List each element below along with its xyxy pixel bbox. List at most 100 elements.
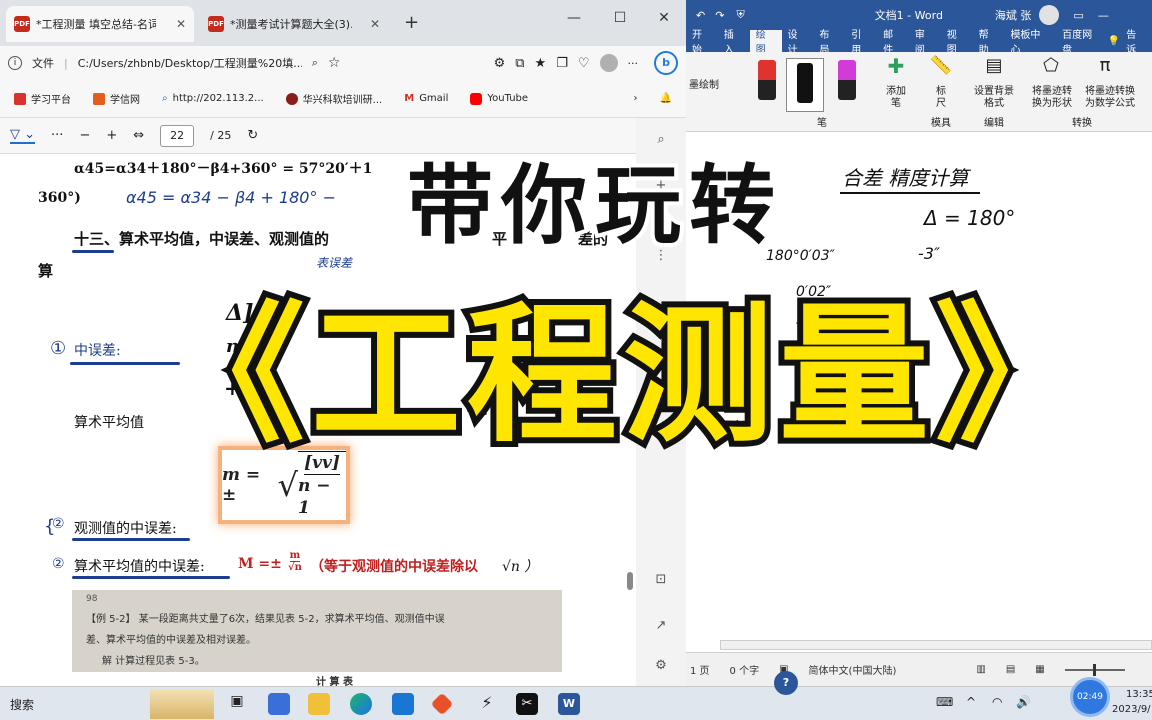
minimize-icon[interactable]: —: [552, 0, 596, 36]
ink-to-shape-button[interactable]: 将墨迹转 换为形状: [1026, 86, 1078, 110]
favorite-star-icon[interactable]: ☆: [328, 55, 341, 71]
capcut-icon[interactable]: ✂: [516, 693, 538, 715]
tab-template-center[interactable]: 模板中心: [1004, 30, 1056, 56]
close-icon[interactable]: ✕: [176, 17, 186, 31]
print-layout-icon[interactable]: ▤: [1006, 664, 1015, 675]
ruler-button[interactable]: 标 尺: [926, 86, 956, 110]
more-icon[interactable]: ···: [628, 57, 639, 70]
profile-avatar[interactable]: [599, 54, 618, 72]
user-avatar[interactable]: [1039, 5, 1060, 25]
ime-icon[interactable]: ⌨: [936, 695, 953, 709]
tab-insert[interactable]: 插入: [718, 30, 750, 56]
red-pen-icon[interactable]: [758, 60, 776, 100]
favorite-item[interactable]: 学信网: [93, 91, 140, 106]
taskbar-search[interactable]: 搜索: [10, 696, 34, 713]
draw-filter-icon[interactable]: ▽ ⌄: [10, 127, 36, 144]
favorite-item[interactable]: YouTube: [470, 92, 528, 105]
screenshot-icon[interactable]: ⊡: [652, 572, 670, 590]
recording-timer-badge[interactable]: 02:49: [1070, 677, 1110, 717]
edge-browser-icon[interactable]: [350, 693, 372, 715]
magenta-pen-icon[interactable]: [838, 60, 856, 100]
close-icon[interactable]: ✕: [370, 17, 380, 31]
ink-to-math-icon[interactable]: π: [1090, 57, 1120, 75]
ink-to-math-button[interactable]: 将墨迹转换 为数学公式: [1078, 86, 1142, 110]
minimize-icon[interactable]: —: [1098, 9, 1109, 22]
clock-date[interactable]: 2023/9/: [1112, 704, 1151, 715]
browser-tab-2[interactable]: PDF *测量考试计算题大全(3).pdf ✕: [200, 6, 388, 42]
favorites-icon[interactable]: ★: [535, 56, 547, 71]
store-icon[interactable]: [268, 693, 290, 715]
close-window-icon[interactable]: ✕: [642, 0, 686, 36]
help-icon[interactable]: ?: [774, 671, 798, 695]
performance-icon[interactable]: ♡: [578, 56, 590, 71]
tab-view[interactable]: 视图: [941, 30, 973, 56]
horizontal-scrollbar[interactable]: [720, 640, 1152, 650]
tab-mailings[interactable]: 邮件: [877, 30, 909, 56]
tab-draw[interactable]: 绘图: [749, 30, 782, 56]
textbook-scan-image: 98 【例 5-2】 某一段距离共丈量了6次，结果见表 5-2，求算术平均值、观…: [72, 590, 562, 688]
black-pen-selected[interactable]: [786, 58, 824, 112]
add-pen-icon[interactable]: ✚: [882, 56, 910, 76]
clock-time[interactable]: 13:35: [1126, 689, 1152, 700]
split-screen-icon[interactable]: ⧉: [515, 56, 524, 71]
copilot-icon[interactable]: b: [654, 51, 678, 75]
wifi-icon[interactable]: ◠: [992, 695, 1002, 709]
zoom-in-button[interactable]: +: [106, 128, 117, 143]
url-field[interactable]: 文件 | C:/Users/zhbnb/Desktop/工程测量%20填... …: [32, 50, 484, 76]
read-mode-icon[interactable]: ▥: [976, 664, 985, 675]
ink-to-shape-icon[interactable]: ⬠: [1036, 57, 1066, 75]
draw-with-ink-label[interactable]: 墨绘制: [686, 80, 722, 92]
language-status[interactable]: 简体中文(中国大陆): [809, 662, 897, 677]
favorite-item[interactable]: M Gmail: [404, 93, 448, 104]
mean-error-formula: M =±: [238, 556, 282, 572]
maximize-icon[interactable]: ☐: [598, 0, 642, 36]
tab-tell-me[interactable]: 告诉: [1120, 30, 1152, 56]
fit-width-icon[interactable]: ⇔: [133, 128, 144, 143]
mail-icon[interactable]: [392, 693, 414, 715]
lightning-icon[interactable]: ⚡: [476, 693, 498, 715]
info-icon[interactable]: i: [8, 56, 22, 70]
favorite-item[interactable]: 学习平台: [14, 91, 71, 106]
rotate-icon[interactable]: ↻: [247, 128, 258, 143]
browser-tab-1[interactable]: PDF *工程测量 填空总结-名词解释 ✕: [6, 6, 194, 42]
settings-gear-icon[interactable]: ⚙: [652, 658, 670, 676]
redo-icon[interactable]: ↷: [715, 9, 724, 22]
tab-baidu-pan[interactable]: 百度网盘: [1056, 30, 1108, 56]
file-explorer-icon[interactable]: [308, 693, 330, 715]
ruler-icon[interactable]: 📏: [926, 57, 956, 75]
tab-help[interactable]: 帮助: [973, 30, 1005, 56]
pdf-scrollbar-thumb[interactable]: [627, 572, 633, 590]
youtube-icon: [470, 92, 483, 105]
undo-icon[interactable]: ↶: [696, 9, 705, 22]
task-view-icon[interactable]: ▣: [226, 693, 248, 715]
zoom-slider[interactable]: [1064, 663, 1125, 676]
web-layout-icon[interactable]: ▦: [1035, 664, 1044, 675]
office-icon[interactable]: [430, 692, 454, 716]
tab-design[interactable]: 设计: [782, 30, 814, 56]
page-number-input[interactable]: 22: [160, 124, 195, 147]
external-link-icon[interactable]: ↗: [652, 618, 670, 636]
add-pen-button[interactable]: 添加 笔: [876, 86, 916, 110]
tab-home[interactable]: 开始: [686, 30, 718, 56]
more-tools-button[interactable]: ···: [51, 128, 63, 143]
favorite-item[interactable]: 华兴科软培训研...: [285, 91, 382, 106]
set-background-button[interactable]: 设置背景 格式: [966, 86, 1022, 110]
new-tab-button[interactable]: +: [404, 12, 419, 33]
word-app-icon[interactable]: W: [558, 693, 580, 715]
tab-references[interactable]: 引用: [845, 30, 877, 56]
tab-layout[interactable]: 布局: [813, 30, 845, 56]
ribbon-display-icon[interactable]: ▭: [1073, 9, 1083, 22]
volume-icon[interactable]: 🔊: [1016, 695, 1031, 709]
chevron-right-icon[interactable]: ›: [634, 93, 638, 104]
collections-icon[interactable]: ❐: [556, 56, 568, 71]
extensions-icon[interactable]: ⚙: [494, 56, 506, 71]
handwritten-underline: [72, 538, 190, 541]
zoom-out-button[interactable]: −: [79, 128, 90, 143]
chevron-up-icon[interactable]: ^: [966, 695, 976, 709]
background-format-icon[interactable]: ▤: [974, 57, 1014, 75]
notification-bell-icon[interactable]: 🔔: [660, 93, 672, 104]
item-label: 观测值的中误差:: [74, 521, 177, 537]
zoom-icon[interactable]: ⌕: [312, 56, 318, 70]
favorite-item[interactable]: ⌕ http://202.113.2...: [162, 93, 264, 104]
tab-review[interactable]: 审阅: [909, 30, 941, 56]
